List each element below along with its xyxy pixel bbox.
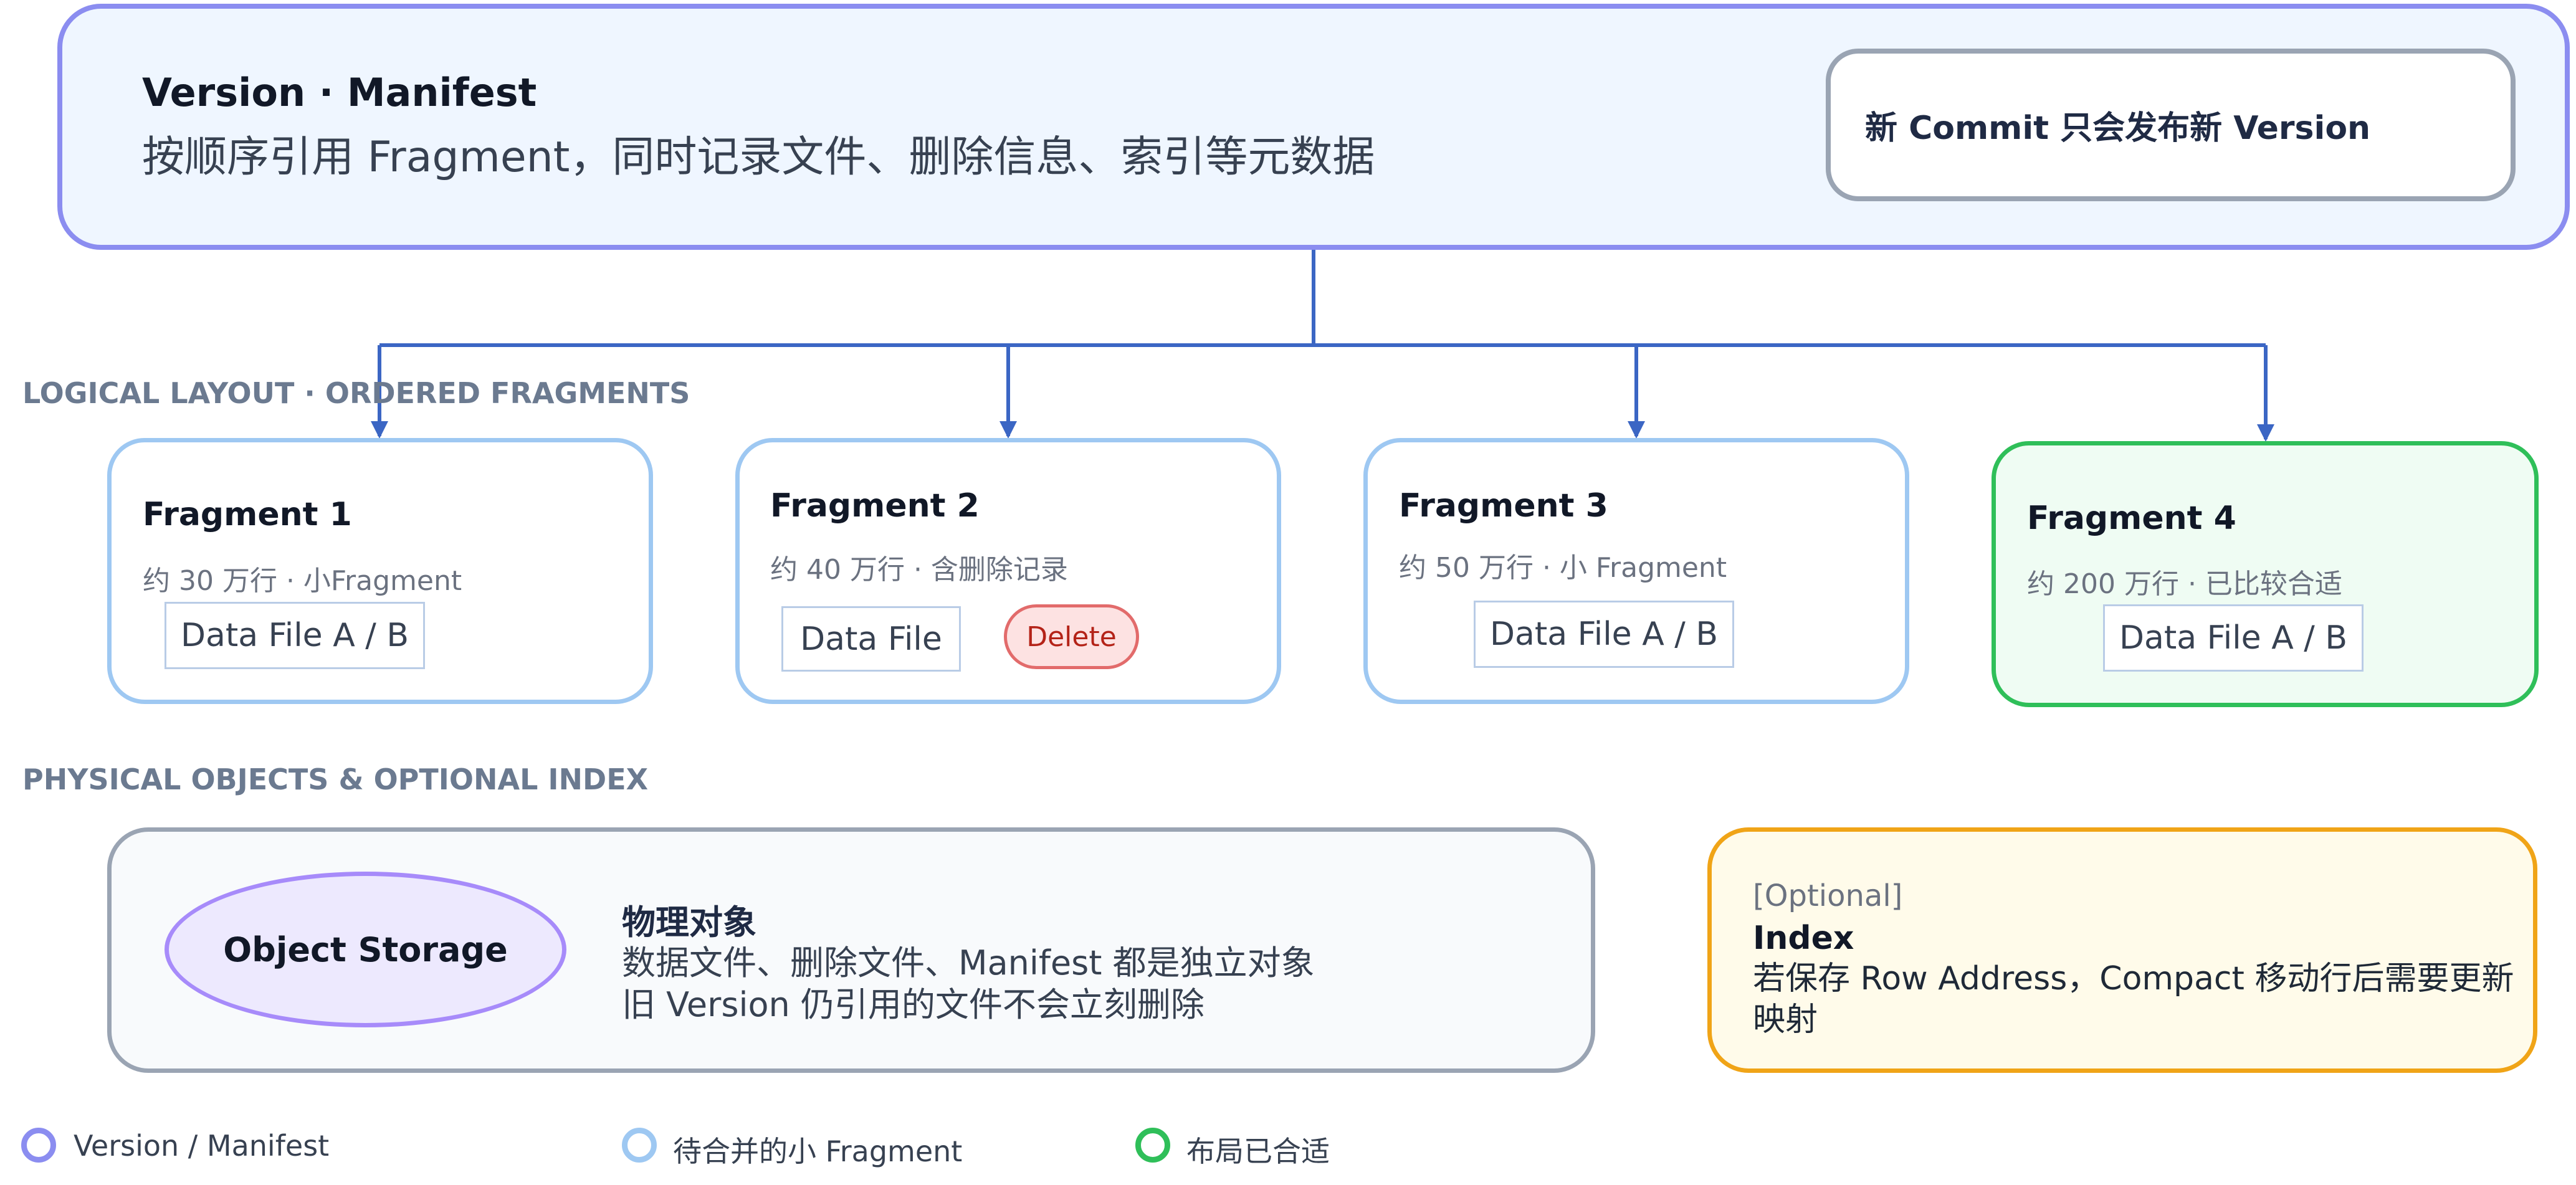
fragment-2-meta: 约 40 万行 · 含删除记录 — [770, 554, 1068, 586]
fragment-4-title: Fragment 4 — [2027, 500, 2236, 537]
object-storage-ellipse: Object Storage — [165, 872, 566, 1027]
fragment-3-title: Fragment 3 — [1399, 487, 1608, 525]
legend-good-layout-dot — [1135, 1128, 1170, 1163]
arrowhead-fragment-2 — [999, 421, 1017, 439]
fragment-4-meta: 约 200 万行 · 已比较合适 — [2027, 568, 2342, 600]
fragment-3-data-file-tag: Data File A / B — [1474, 601, 1734, 668]
optional-index-title: Index — [1753, 920, 1854, 957]
version-title: Version · Manifest — [142, 70, 537, 115]
legend-small-fragment-label: 待合并的小 Fragment — [673, 1135, 963, 1168]
commit-note-box: 新 Commit 只会发布新 Version — [1826, 49, 2516, 201]
physical-objects-line-2: 旧 Version 仍引用的文件不会立刻删除 — [622, 985, 1205, 1024]
optional-index-tag: [Optional] — [1753, 878, 1903, 913]
legend-small-fragment-dot — [622, 1128, 657, 1163]
fragment-2-title: Fragment 2 — [770, 487, 980, 525]
commit-note-text: 新 Commit 只会发布新 Version — [1865, 110, 2371, 147]
fragment-4-data-file-tag: Data File A / B — [2103, 604, 2364, 672]
fragment-3-meta: 约 50 万行 · 小 Fragment — [1399, 552, 1727, 584]
fragment-2-delete-pill: Delete — [1004, 604, 1139, 669]
arrowhead-fragment-4 — [2257, 424, 2274, 442]
logical-layout-label: LOGICAL LAYOUT · ORDERED FRAGMENTS — [22, 376, 690, 410]
fragment-1-meta: 约 30 万行 · 小Fragment — [143, 565, 462, 597]
object-storage-label: Object Storage — [223, 930, 508, 969]
legend-good-layout-label: 布局已合适 — [1186, 1135, 1330, 1168]
fragment-1-data-file-tag: Data File A / B — [165, 602, 425, 669]
optional-index-description: 若保存 Row Address，Compact 移动行后需要更新映射 — [1753, 960, 2514, 1039]
fragment-1-title: Fragment 1 — [143, 496, 352, 533]
legend-version-label: Version / Manifest — [74, 1129, 330, 1163]
physical-objects-label: PHYSICAL OBJECTS & OPTIONAL INDEX — [22, 763, 649, 796]
version-subtitle: 按顺序引用 Fragment，同时记录文件、删除信息、索引等元数据 — [142, 133, 1375, 182]
arrowhead-fragment-3 — [1628, 421, 1645, 439]
arrowhead-fragment-1 — [371, 421, 388, 439]
fragment-2-data-file-tag: Data File — [781, 606, 961, 672]
legend-version-dot — [21, 1128, 56, 1163]
